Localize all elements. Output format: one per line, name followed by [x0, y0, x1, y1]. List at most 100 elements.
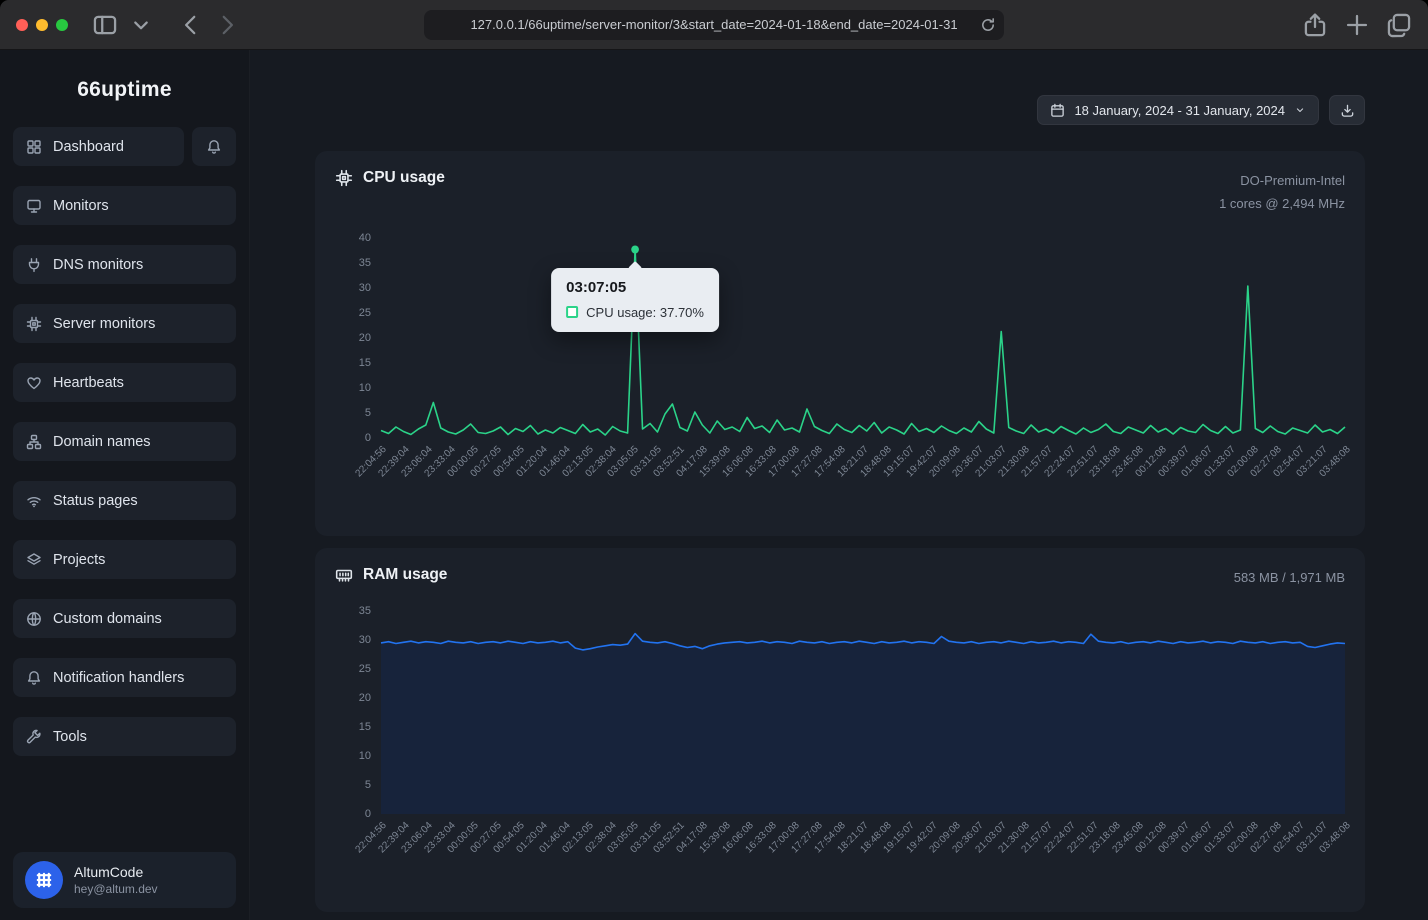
ram-card-title: RAM usage: [363, 566, 447, 584]
cpu-chart[interactable]: 0510152025303540 03:07:05 CPU usage: 37.…: [335, 238, 1345, 530]
ram-x-axis: 22:04:5622:39:0423:06:0423:33:0400:00:05…: [381, 820, 1345, 906]
y-tick-label: 0: [365, 807, 371, 821]
sidebar-item-notification-handlers[interactable]: Notification handlers: [13, 658, 236, 697]
cpu-line-series: [381, 238, 1345, 438]
ram-plot-area[interactable]: [381, 611, 1345, 814]
y-tick-label: 5: [365, 406, 371, 420]
bell-icon: [206, 139, 222, 155]
ram-icon: [335, 566, 353, 584]
date-range-button[interactable]: 18 January, 2024 - 31 January, 2024: [1037, 95, 1319, 125]
export-button[interactable]: [1329, 95, 1365, 125]
wrench-icon: [26, 729, 42, 745]
y-tick-label: 25: [359, 662, 371, 676]
sidebar-item-label: Custom domains: [53, 611, 162, 627]
layers-icon: [26, 552, 42, 568]
zoom-window-button[interactable]: [56, 19, 68, 31]
app-logo: 66uptime: [13, 50, 236, 127]
tabs-overview-button[interactable]: [1386, 12, 1412, 38]
cpu-y-axis: 0510152025303540: [335, 238, 371, 438]
highlighted-point: [631, 245, 639, 253]
tooltip-value: CPU usage: 37.70%: [586, 305, 704, 320]
tooltip-time: 03:07:05: [566, 279, 704, 296]
series-swatch-icon: [566, 306, 578, 318]
y-tick-label: 15: [359, 720, 371, 734]
sidebar-item-label: Dashboard: [53, 139, 124, 155]
share-button[interactable]: [1302, 12, 1328, 38]
y-tick-label: 20: [359, 691, 371, 705]
sidebar: 66uptime Dashboard Monitors DNS monitors Se…: [0, 50, 250, 920]
sidebar-item-projects[interactable]: Projects: [13, 540, 236, 579]
sidebar-item-tools[interactable]: Tools: [13, 717, 236, 756]
account-email: hey@altum.dev: [74, 882, 158, 896]
sidebar-toggle-icon[interactable]: [92, 12, 118, 38]
ram-chart[interactable]: 05101520253035 22:04:5622:39:0423:06:042…: [335, 611, 1345, 906]
traffic-lights: [16, 19, 68, 31]
date-range-label: 18 January, 2024 - 31 January, 2024: [1074, 103, 1285, 118]
calendar-icon: [1050, 103, 1065, 118]
altumcode-logo: [25, 861, 63, 899]
browser-window: 127.0.0.1/66uptime/server-monitor/3&star…: [0, 0, 1428, 920]
account-name: AltumCode: [74, 864, 158, 880]
y-tick-label: 0: [365, 431, 371, 445]
reload-icon[interactable]: [979, 16, 997, 34]
server-cores: 1 cores @ 2,494 MHz: [1219, 192, 1345, 215]
minimize-window-button[interactable]: [36, 19, 48, 31]
sidebar-item-domain-names[interactable]: Domain names: [13, 422, 236, 461]
download-icon: [1340, 103, 1355, 118]
url-text: 127.0.0.1/66uptime/server-monitor/3&star…: [470, 17, 957, 32]
sidebar-nav: Dashboard Monitors DNS monitors Server moni…: [13, 127, 236, 756]
plug-icon: [26, 257, 42, 273]
sidebar-item-label: Domain names: [53, 434, 151, 450]
cpu-plot-area[interactable]: 03:07:05 CPU usage: 37.70%: [381, 238, 1345, 438]
main-content: 18 January, 2024 - 31 January, 2024 CPU …: [250, 50, 1428, 920]
new-tab-button[interactable]: [1344, 12, 1370, 38]
account-card[interactable]: AltumCode hey@altum.dev: [13, 852, 236, 908]
sitemap-icon: [26, 434, 42, 450]
sidebar-item-label: Projects: [53, 552, 105, 568]
sidebar-item-label: Status pages: [53, 493, 138, 509]
y-tick-label: 5: [365, 778, 371, 792]
cpu-usage-card: CPU usage DO-Premium-Intel 1 cores @ 2,4…: [315, 151, 1365, 536]
sidebar-item-custom-domains[interactable]: Custom domains: [13, 599, 236, 638]
sidebar-item-label: Tools: [53, 729, 87, 745]
globe-icon: [26, 611, 42, 627]
sidebar-item-label: Server monitors: [53, 316, 155, 332]
sidebar-item-label: Heartbeats: [53, 375, 124, 391]
y-tick-label: 40: [359, 231, 371, 245]
y-tick-label: 35: [359, 604, 371, 618]
notifications-button[interactable]: [192, 127, 236, 166]
chip-icon: [26, 316, 42, 332]
sidebar-item-dashboard[interactable]: Dashboard: [13, 127, 184, 166]
chart-tooltip: 03:07:05 CPU usage: 37.70%: [551, 268, 719, 332]
y-tick-label: 20: [359, 331, 371, 345]
sidebar-item-dns-monitors[interactable]: DNS monitors: [13, 245, 236, 284]
sidebar-item-status-pages[interactable]: Status pages: [13, 481, 236, 520]
cpu-x-axis: 22:04:5622:39:0423:06:0423:33:0400:00:05…: [381, 444, 1345, 530]
y-tick-label: 25: [359, 306, 371, 320]
bell-icon: [26, 670, 42, 686]
forward-button: [214, 12, 240, 38]
sidebar-item-monitors[interactable]: Monitors: [13, 186, 236, 225]
cpu-card-title: CPU usage: [363, 169, 445, 187]
sidebar-item-heartbeats[interactable]: Heartbeats: [13, 363, 236, 402]
sidebar-item-label: Monitors: [53, 198, 109, 214]
sidebar-item-label: Notification handlers: [53, 670, 184, 686]
grid-icon: [26, 139, 42, 155]
y-tick-label: 15: [359, 356, 371, 370]
close-window-button[interactable]: [16, 19, 28, 31]
cpu-chip-icon: [335, 169, 353, 187]
y-tick-label: 10: [359, 381, 371, 395]
ram-line-series: [381, 611, 1345, 814]
y-tick-label: 30: [359, 281, 371, 295]
ram-usage-card: RAM usage 583 MB / 1,971 MB 051015202530…: [315, 548, 1365, 912]
sidebar-item-server-monitors[interactable]: Server monitors: [13, 304, 236, 343]
y-tick-label: 10: [359, 749, 371, 763]
monitor-icon: [26, 198, 42, 214]
ram-y-axis: 05101520253035: [335, 611, 371, 814]
cpu-server-info: DO-Premium-Intel 1 cores @ 2,494 MHz: [1219, 169, 1345, 216]
server-plan: DO-Premium-Intel: [1219, 169, 1345, 192]
back-button[interactable]: [178, 12, 204, 38]
address-bar[interactable]: 127.0.0.1/66uptime/server-monitor/3&star…: [424, 10, 1004, 40]
y-tick-label: 30: [359, 633, 371, 647]
chevron-down-icon[interactable]: [128, 12, 154, 38]
